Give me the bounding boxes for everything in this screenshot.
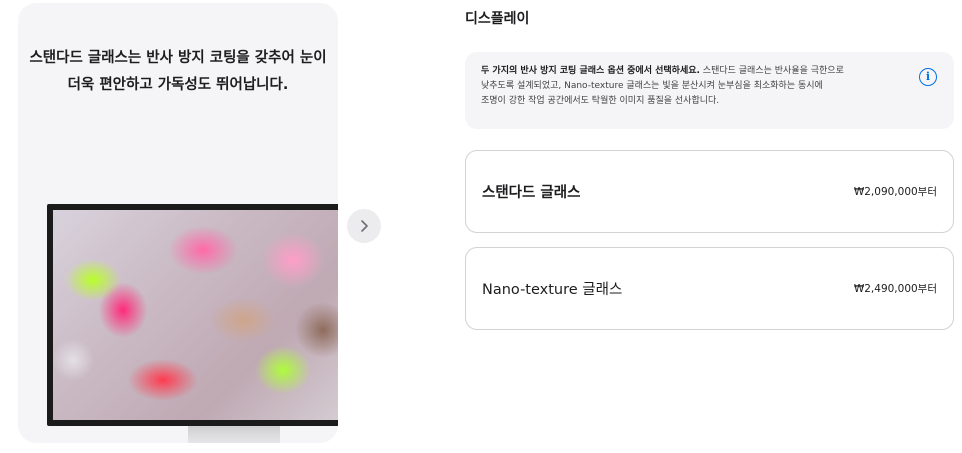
option-name: Nano-texture 글래스	[482, 282, 623, 298]
product-gallery: 스탠다드 글래스는 반사 방지 코팅을 갖추어 눈이 더욱 편안하고 가독성도 …	[18, 3, 338, 443]
info-text: 두 가지의 반사 방지 코팅 글래스 옵션 중에서 선택하세요. 스탠다드 글래…	[481, 64, 906, 109]
gallery-caption: 스탠다드 글래스는 반사 방지 코팅을 갖추어 눈이 더욱 편안하고 가독성도 …	[18, 45, 338, 99]
gallery-next-button[interactable]	[347, 209, 381, 243]
info-text-line-1: 스탠다드 글래스는 반사율을 극한으로	[699, 66, 844, 76]
info-box: 두 가지의 반사 방지 코팅 글래스 옵션 중에서 선택하세요. 스탠다드 글래…	[465, 52, 954, 129]
info-text-line-2: 낮추도록 설계되었고, Nano-texture 글래스는 빛을 분산시켜 눈부…	[481, 81, 823, 91]
option-name: 스탠다드 글래스	[482, 185, 581, 201]
info-icon[interactable]: i	[919, 68, 937, 86]
option-price: ₩2,090,000부터	[853, 186, 937, 198]
gallery-caption-line-1: 스탠다드 글래스는 반사 방지 코팅을 갖추어 눈이	[29, 50, 327, 66]
info-text-line-3: 조명이 강한 작업 공간에서도 탁월한 이미지 품질을 선사합니다.	[481, 96, 720, 106]
option-price: ₩2,490,000부터	[853, 283, 937, 295]
option-standard-glass[interactable]: 스탠다드 글래스 ₩2,090,000부터	[465, 150, 954, 233]
display-stand	[188, 426, 280, 443]
chevron-right-icon	[361, 220, 368, 232]
info-bold-text: 두 가지의 반사 방지 코팅 글래스 옵션 중에서 선택하세요.	[481, 66, 700, 76]
gallery-caption-line-2: 더욱 편안하고 가독성도 뛰어납니다.	[67, 77, 289, 93]
studio-display-image	[47, 204, 338, 426]
section-title: 디스플레이	[465, 11, 530, 27]
option-nano-texture-glass[interactable]: Nano-texture 글래스 ₩2,490,000부터	[465, 247, 954, 330]
display-screen-artwork	[53, 210, 338, 420]
